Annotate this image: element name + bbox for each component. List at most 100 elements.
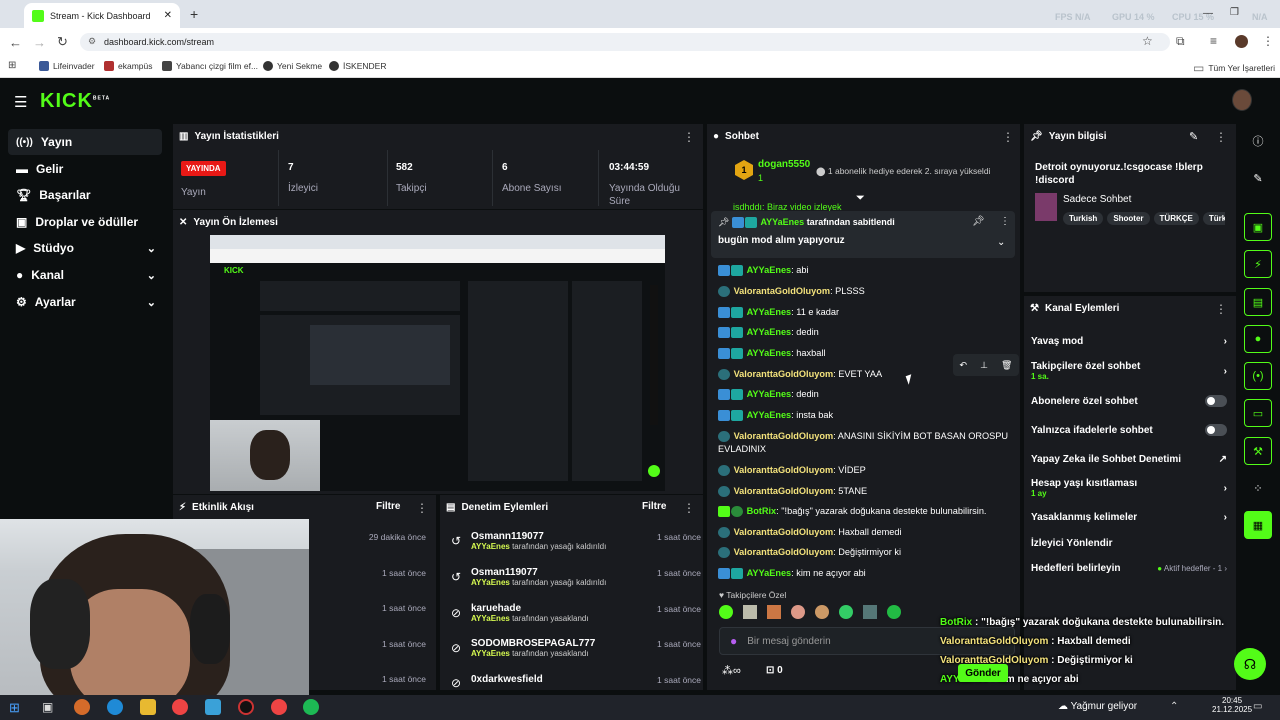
chrome-icon[interactable] — [172, 699, 188, 715]
site-info-icon[interactable]: ⚙ — [88, 36, 96, 47]
app-icon[interactable] — [74, 699, 90, 715]
reload-icon[interactable]: ↻ — [57, 34, 68, 50]
chat-message[interactable]: ValoranttaGoldOluyom: Haxball demedi — [718, 526, 1014, 539]
weather-widget[interactable]: ☁ Yağmur geliyor — [1058, 701, 1137, 712]
unpin-icon[interactable]: 📌︎ — [972, 216, 985, 227]
chat-message[interactable]: BotRix: "!bağış" yazarak doğukana destek… — [718, 505, 1014, 518]
emote-icon[interactable] — [863, 605, 877, 619]
goals-row[interactable]: Hedefleri belirleyin ● Aktif hedefler - 1… — [1031, 563, 1227, 574]
sidebar-item-gelir[interactable]: ▬ Gelir — [8, 156, 162, 182]
chat-username[interactable]: AYYaEnes — [747, 348, 792, 358]
chat-username[interactable]: BotRix — [747, 506, 777, 516]
emote-chat-row[interactable]: Yalnızca ifadelerle sohbet — [1031, 424, 1227, 436]
chat-username[interactable]: ValoranttaGoldOluyom — [734, 486, 834, 496]
bookmark-4[interactable]: Yeni Sekme — [263, 61, 322, 71]
chat-username[interactable]: AYYaEnes — [747, 307, 792, 317]
new-tab-icon[interactable]: + — [190, 6, 198, 22]
channel-actions-menu-icon[interactable]: ⋮ — [1215, 302, 1227, 316]
clock[interactable]: 20:45 21.12.2025 — [1212, 696, 1252, 714]
connections-icon[interactable]: ⁘ — [1244, 474, 1272, 502]
user-avatar[interactable] — [1232, 89, 1252, 111]
preview-toggle-icon[interactable]: ▣ — [1244, 213, 1272, 241]
emote-chat-toggle[interactable] — [1205, 424, 1227, 436]
chat-username[interactable]: AYYaEnes — [747, 410, 792, 420]
hamburger-menu-icon[interactable]: ☰ — [14, 93, 27, 111]
points-counter[interactable]: ⊡ 0 — [766, 665, 783, 676]
browser-menu-icon[interactable]: ⋮ — [1262, 34, 1274, 48]
apps-grid-icon[interactable]: ⊞ — [8, 60, 16, 71]
extensions-icon[interactable]: ⧉ — [1176, 34, 1185, 49]
sidebar-item-yayin[interactable]: ((•)) Yayın — [8, 129, 162, 155]
banned-words-row[interactable]: Yasaklanmış kelimeler › — [1031, 512, 1227, 523]
age-limit-row[interactable]: Hesap yaşı kısıtlaması 1 ay › — [1031, 478, 1227, 498]
bookmark-2[interactable]: ekampüs — [104, 61, 153, 71]
gift-user[interactable]: dogan5550 — [758, 159, 810, 170]
points-icon[interactable]: ⁂∞ — [722, 664, 741, 677]
broadcast-toggle-icon[interactable]: (•) — [1244, 362, 1272, 390]
followers-chat-row[interactable]: Takipçilere özel sohbet 1 sa. › — [1031, 361, 1227, 381]
moderation-row[interactable]: ⊘ 0xdarkwesfield 1 saat önce — [451, 674, 701, 690]
chat-message[interactable]: AYYaEnes: dedin — [718, 326, 1014, 339]
sidebar-item-basarilar[interactable]: 🏆︎ Başarılar — [8, 182, 162, 208]
chrome-icon[interactable] — [271, 699, 287, 715]
moderation-row[interactable]: ⊘ karuehade AYYaEnes tarafından yasakland… — [451, 603, 701, 635]
chat-message[interactable]: ValoranttaGoldOluyom: ANASINI SİKİYİM BO… — [718, 430, 1014, 456]
task-view-icon[interactable]: ▣ — [42, 700, 53, 714]
undo-icon[interactable]: ↶ — [960, 360, 968, 371]
back-icon[interactable]: ← — [9, 35, 22, 50]
minimize-icon[interactable]: — — [1203, 8, 1213, 19]
forward-icon[interactable]: → — [33, 35, 46, 50]
ai-mod-row[interactable]: Yapay Zeka ile Sohbet Denetimi ↗ — [1031, 454, 1227, 465]
bookmark-1[interactable]: Lifeinvader — [39, 61, 95, 71]
chat-message[interactable]: AYYaEnes: insta bak — [718, 409, 1014, 422]
chat-message[interactable]: AYYaEnes: 11 e kadar — [718, 306, 1014, 319]
chat-username[interactable]: ValoranttaGoldOluyom — [734, 527, 834, 537]
chat-username[interactable]: ValoranttaGoldOluyom — [734, 369, 834, 379]
slow-mode-row[interactable]: Yavaş mod › — [1031, 336, 1227, 347]
tag[interactable]: Shooter — [1107, 212, 1150, 225]
delete-icon[interactable]: 🗑︎ — [1001, 360, 1012, 371]
chat-message[interactable]: ValoranttaGoldOluyom: 5TANE — [718, 485, 1014, 498]
emote-icon[interactable] — [719, 605, 733, 619]
stats-menu-icon[interactable]: ⋮ — [683, 130, 695, 144]
category-name[interactable]: Sadece Sohbet — [1063, 194, 1131, 205]
chat-username[interactable]: AYYaEnes — [747, 568, 792, 578]
tag[interactable]: TÜRKÇE — [1153, 212, 1199, 225]
wrench-toggle-icon[interactable]: ⚒ — [1244, 437, 1272, 465]
moderation-row[interactable]: ↺ Osman119077 AYYaEnes tarafından yasağı … — [451, 567, 701, 599]
chat-username[interactable]: AYYaEnes — [747, 327, 792, 337]
subs-chat-toggle[interactable] — [1205, 395, 1227, 407]
emote-icon[interactable] — [839, 605, 853, 619]
moderation-row[interactable]: ⊘ SODOMBROSEPAGAL777 AYYaEnes tarafından … — [451, 638, 701, 670]
stream-preview-video[interactable]: KICK — [210, 235, 665, 491]
app-icon[interactable] — [205, 699, 221, 715]
emote-icon[interactable] — [815, 605, 829, 619]
edit-icon[interactable]: ✎ — [1189, 130, 1198, 143]
bookmark-star-icon[interactable]: ☆ — [1142, 34, 1153, 48]
emote-icon[interactable] — [887, 605, 901, 619]
chat-username[interactable]: AYYaEnes — [747, 265, 792, 275]
moderation-row[interactable]: ↺ Osmann119077 AYYaEnes tarafından yasağı… — [451, 531, 701, 563]
tag[interactable]: Turkish — [1063, 212, 1104, 225]
emote-icon[interactable] — [767, 605, 781, 619]
moderation-menu-icon[interactable]: ⋮ — [683, 501, 695, 515]
chat-username[interactable]: ValoranttaGoldOluyom — [734, 465, 834, 475]
layout-toggle-icon[interactable]: ▭ — [1244, 399, 1272, 427]
chat-toggle-icon[interactable]: ● — [1244, 325, 1272, 353]
activity-filter-button[interactable]: Filtre — [376, 501, 400, 512]
chevron-down-icon[interactable]: ⌄ — [997, 237, 1005, 248]
stream-info-menu-icon[interactable]: ⋮ — [1215, 130, 1227, 144]
obs-icon[interactable] — [238, 699, 254, 715]
chat-message[interactable]: ValoranttaGoldOluyom: VİDEP — [718, 464, 1014, 477]
emote-icon[interactable] — [743, 605, 757, 619]
redirect-row[interactable]: İzleyici Yönlendir — [1031, 538, 1227, 549]
info-icon[interactable]: ⓘ — [1244, 127, 1272, 155]
sidebar-item-droplar[interactable]: ▣ Droplar ve ödüller — [8, 209, 162, 235]
sidebar-item-ayarlar[interactable]: ⚙ Ayarlar ⌄ — [8, 289, 162, 315]
category-thumbnail[interactable] — [1035, 193, 1057, 221]
subs-chat-row[interactable]: Abonelere özel sohbet — [1031, 395, 1227, 407]
chat-username[interactable]: ValoranttaGoldOluyom — [734, 547, 834, 557]
edge-icon[interactable] — [107, 699, 123, 715]
chat-username[interactable]: ValoranttaGoldOluyom — [734, 431, 834, 441]
profile-avatar[interactable] — [1235, 35, 1248, 48]
